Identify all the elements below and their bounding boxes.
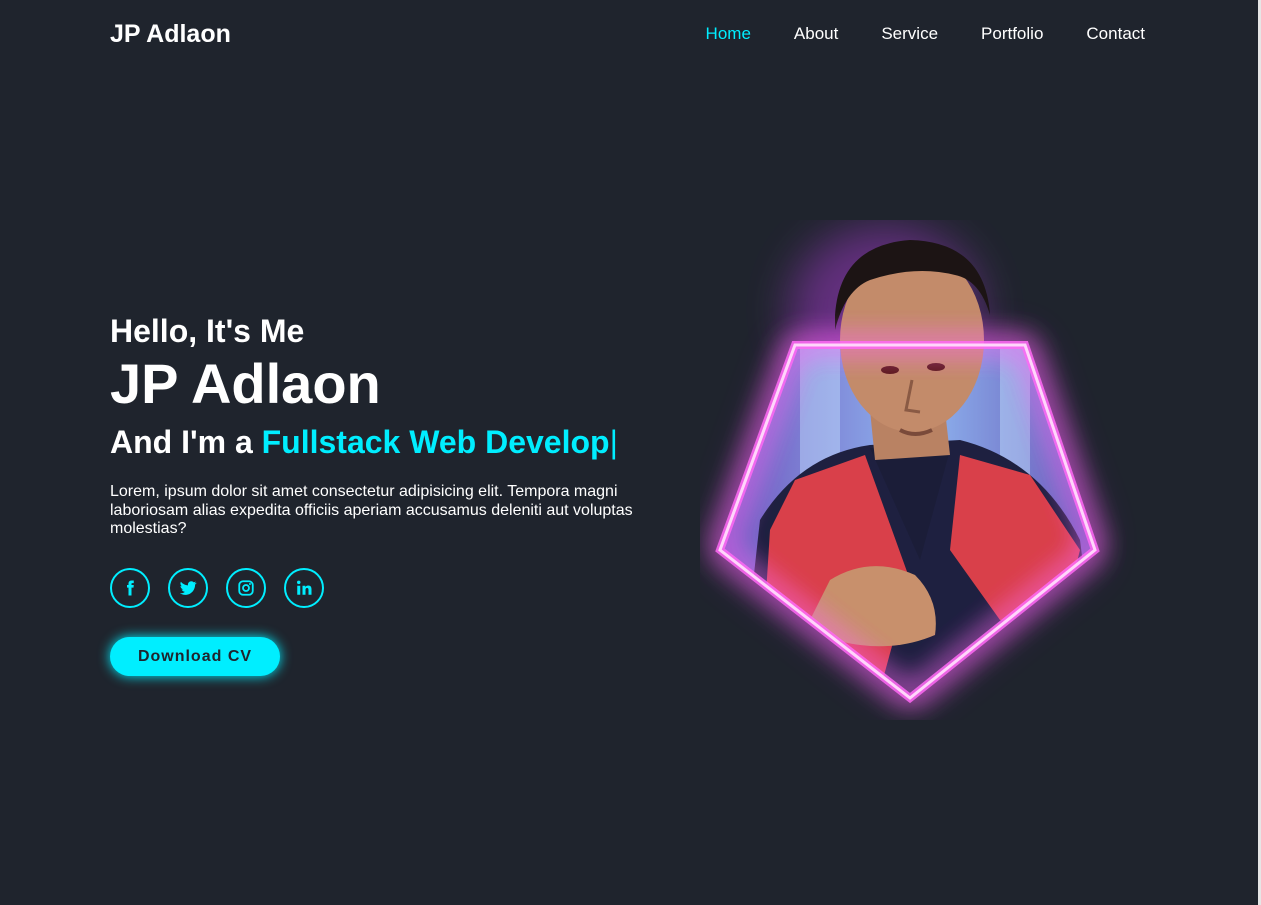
facebook-icon bbox=[127, 580, 134, 596]
typing-cursor: | bbox=[609, 423, 618, 460]
twitter-icon bbox=[179, 581, 197, 596]
hero-description: Lorem, ipsum dolor sit amet consectetur … bbox=[110, 483, 633, 537]
instagram-link[interactable] bbox=[226, 568, 266, 609]
nav-home[interactable]: Home bbox=[706, 24, 751, 44]
role-typed-text: Fullstack Web Develop bbox=[261, 423, 610, 460]
hero-role: And I'm a Fullstack Web Develop| bbox=[110, 423, 670, 461]
hero-greeting: Hello, It's Me bbox=[110, 313, 305, 349]
nav-about[interactable]: About bbox=[794, 24, 838, 44]
twitter-link[interactable] bbox=[168, 568, 208, 609]
hero-content: Hello, It's Me JP Adlaon And I'm a Fulls… bbox=[110, 312, 670, 677]
instagram-icon bbox=[238, 580, 254, 596]
download-cv-button[interactable]: Download CV bbox=[110, 637, 280, 677]
main-nav: Home About Service Portfolio Contact bbox=[663, 24, 1145, 44]
role-prefix: And I'm a bbox=[110, 423, 262, 460]
profile-photo-illustration bbox=[715, 225, 1100, 704]
nav-contact[interactable]: Contact bbox=[1086, 24, 1145, 44]
site-header: JP Adlaon Home About Service Portfolio C… bbox=[0, 0, 1258, 70]
hero-name: JP Adlaon bbox=[110, 352, 381, 416]
nav-service[interactable]: Service bbox=[881, 24, 938, 44]
social-links bbox=[110, 568, 670, 609]
linkedin-link[interactable] bbox=[284, 568, 324, 609]
nav-portfolio[interactable]: Portfolio bbox=[981, 24, 1043, 44]
site-logo[interactable]: JP Adlaon bbox=[110, 20, 231, 49]
linkedin-icon bbox=[297, 580, 312, 596]
facebook-link[interactable] bbox=[110, 568, 150, 609]
profile-photo bbox=[700, 220, 1140, 720]
